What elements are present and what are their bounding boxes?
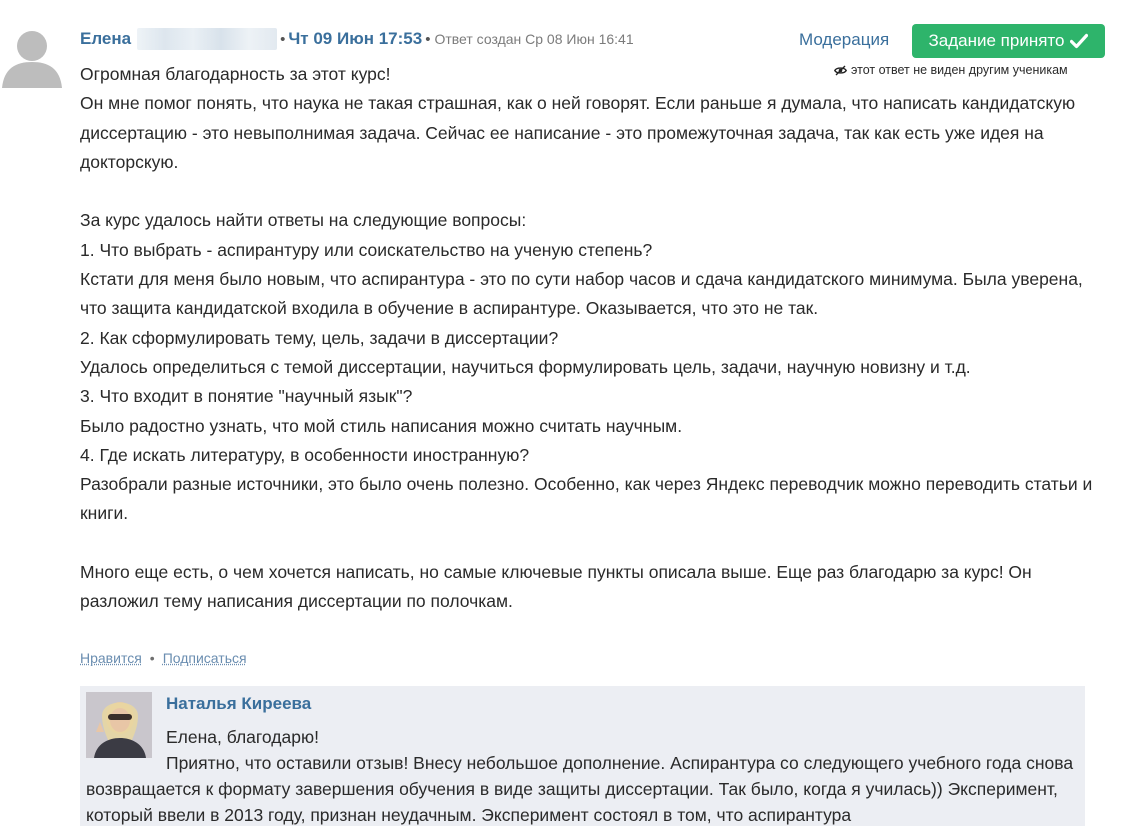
task-accepted-button[interactable]: Задание принято: [912, 24, 1105, 58]
moderation-link[interactable]: Модерация: [799, 30, 889, 50]
accepted-label: Задание принято: [928, 31, 1065, 50]
answer-paragraph: 2. Как сформулировать тему, цель, задачи…: [80, 327, 559, 348]
author-name[interactable]: Елена: [80, 29, 131, 49]
answer-paragraph: Было радостно узнать, что мой стиль напи…: [80, 415, 683, 436]
subscribe-link[interactable]: Подписаться: [163, 650, 247, 666]
answer-header: Елена • Чт 09 Июн 17:53 • Ответ создан С…: [80, 28, 634, 50]
like-link[interactable]: Нравится: [80, 650, 142, 666]
answer-paragraph: Разобрали разные источники, это было оче…: [80, 474, 1093, 524]
reply-body: Елена, благодарю! Приятно, что оставили …: [86, 724, 1076, 828]
answer-paragraph: 3. Что входит в понятие "научный язык"?: [80, 386, 413, 407]
answer-paragraph: Много еще есть, о чем хочется написать, …: [80, 562, 1032, 612]
answer-paragraph: За курс удалось найти ответы на следующи…: [80, 210, 527, 231]
reply-author-name[interactable]: Наталья Киреева: [166, 694, 311, 714]
separator-dot: •: [280, 30, 286, 48]
answer-paragraph: Кстати для меня было новым, что аспирант…: [80, 269, 1083, 319]
separator-dot: •: [149, 650, 155, 666]
created-date: Ответ создан Ср 08 Июн 16:41: [434, 31, 634, 47]
answer-paragraph: Огромная благодарность за этот курс!: [80, 64, 391, 84]
checkmark-icon: [1070, 33, 1089, 49]
user-placeholder-icon: [2, 31, 62, 88]
separator-dot: •: [425, 30, 431, 48]
reply-comment: Наталья Киреева Елена, благодарю! Приятн…: [80, 686, 1085, 826]
answer-paragraph: 1. Что выбрать - аспирантуру или соискат…: [80, 239, 653, 260]
answer-body: Огромная благодарность за этот курс! Он …: [80, 60, 1110, 617]
answer-paragraph: Удалось определиться с темой диссертации…: [80, 356, 971, 377]
reply-greeting: Елена, благодарю!: [166, 727, 319, 747]
answer-paragraph: Он мне помог понять, что наука не такая …: [80, 93, 1076, 172]
answer-paragraph: 4. Где искать литературу, в особенности …: [80, 444, 530, 465]
answer-actions: Нравится • Подписаться: [80, 650, 247, 666]
author-surname-blurred: [137, 28, 278, 50]
reply-text: Приятно, что оставили отзыв! Внесу небол…: [86, 753, 1074, 825]
edited-date: Чт 09 Июн 17:53: [288, 29, 423, 48]
author-avatar: [0, 24, 64, 88]
